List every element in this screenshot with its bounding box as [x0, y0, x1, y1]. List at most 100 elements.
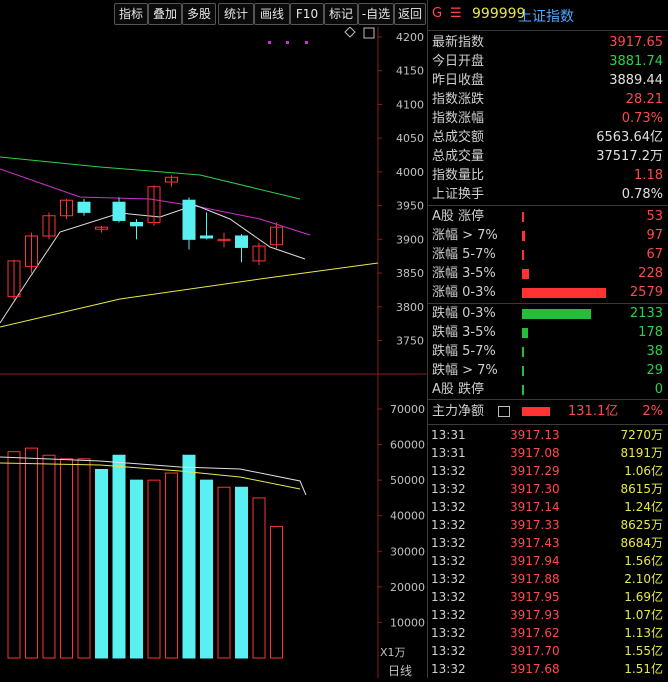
- breadth-value: 178: [638, 325, 663, 340]
- net-flow-bar: [522, 407, 550, 416]
- tick-time: 13:32: [431, 572, 466, 586]
- price-axis-label: 3750: [396, 335, 424, 348]
- tick-time: 13:31: [431, 446, 466, 460]
- quote-row: 总成交量 37517.2万: [428, 147, 668, 166]
- quote-row: 上证换手 0.78%: [428, 185, 668, 204]
- quote-value: 37517.2万: [596, 149, 663, 164]
- breadth-bar: [522, 288, 606, 298]
- price-axis-label: 3900: [396, 233, 424, 246]
- flag-badge: G: [432, 6, 443, 21]
- chart-toolbar: 指标 叠加 多股 统计 画线 F10 标记 -自选 返回: [0, 0, 427, 27]
- breadth-bar: [522, 366, 524, 376]
- net-flow-label: 主力净额: [432, 404, 485, 419]
- volume-bar: [182, 454, 196, 659]
- quote-value: 1.18: [634, 168, 663, 183]
- tick-price: 3917.68: [510, 662, 560, 676]
- candle-body: [130, 221, 143, 227]
- divider: [428, 399, 668, 400]
- tick-volume: 8684万: [620, 536, 663, 550]
- table-icon[interactable]: [498, 406, 510, 417]
- kline-svg[interactable]: 4200 4150 4100 4050 4000 3950 3900 3850 3800 3750…: [0, 26, 427, 678]
- toolbar-button-2[interactable]: 多股: [182, 3, 216, 25]
- quote-row: 指数涨跌 28.21: [428, 90, 668, 109]
- toolbar-button-7[interactable]: -自选: [358, 3, 394, 25]
- breadth-row: A股 跌停 0: [428, 380, 668, 399]
- breadth-value: 67: [646, 247, 663, 262]
- tick-row: 13:32 3917.14 1.24亿: [428, 498, 668, 516]
- tick-time: 13:32: [431, 626, 466, 640]
- toolbar-button-6[interactable]: 标记: [324, 3, 358, 25]
- quote-label: 总成交额: [432, 130, 485, 145]
- panel-toggle-icon[interactable]: [363, 27, 375, 39]
- quote-row: 昨日收盘 3889.44: [428, 71, 668, 90]
- diamond-icon[interactable]: [344, 26, 356, 38]
- marker-dot: [268, 41, 271, 44]
- tick-time: 13:32: [431, 464, 466, 478]
- security-header: G ☰ 999999 上证指数: [428, 0, 668, 31]
- breadth-row: 涨幅 0-3% 2579: [428, 283, 668, 302]
- net-flow-pct: 2%: [642, 404, 663, 419]
- tick-time: 13:32: [431, 554, 466, 568]
- quote-label: 今日开盘: [432, 54, 485, 69]
- tick-row: 13:32 3917.33 8625万: [428, 516, 668, 534]
- volume-bar: [252, 497, 266, 659]
- toolbar-button-8[interactable]: 返回: [394, 3, 426, 25]
- tick-row: 13:31 3917.13 7270万: [428, 426, 668, 444]
- quote-value: 28.21: [625, 92, 663, 107]
- tick-row: 13:32 3917.68 1.51亿: [428, 660, 668, 678]
- breadth-label: A股 涨停: [432, 209, 485, 224]
- price-axis-label: 4150: [396, 65, 424, 78]
- volume-ma-line: [0, 456, 307, 496]
- tick-price: 3917.30: [510, 482, 560, 496]
- tick-time: 13:32: [431, 662, 466, 676]
- net-flow: 主力净额 131.1亿 2%: [428, 402, 668, 421]
- breadth-row: 涨幅 5-7% 67: [428, 245, 668, 264]
- candle-body: [182, 199, 196, 240]
- volume-bar: [25, 447, 38, 659]
- breadth-value: 97: [646, 228, 663, 243]
- kline-chart[interactable]: 4200 4150 4100 4050 4000 3950 3900 3850 3800 3750…: [0, 26, 427, 678]
- quote-label: 指数量比: [432, 168, 485, 183]
- price-axis-label: 3950: [396, 200, 424, 213]
- volume-axis-label: 50000: [390, 474, 425, 487]
- toolbar-button-0[interactable]: 指标: [114, 3, 148, 25]
- quote-value: 0.73%: [621, 111, 663, 126]
- toolbar-button-5[interactable]: F10: [290, 3, 324, 25]
- tick-row: 13:32 3917.95 1.69亿: [428, 588, 668, 606]
- tick-price: 3917.29: [510, 464, 560, 478]
- quote-panel: G ☰ 999999 上证指数 最新指数 3917.65 今日开盘 3881.74 昨日…: [427, 0, 668, 678]
- volume-unit: X1万: [380, 646, 406, 659]
- menu-icon[interactable]: ☰: [450, 6, 462, 21]
- quote-value: 0.78%: [621, 187, 663, 202]
- toolbar-button-1[interactable]: 叠加: [148, 3, 182, 25]
- volume-axis-label: 40000: [390, 510, 425, 523]
- breadth-label: 涨幅 > 7%: [432, 228, 498, 243]
- breadth-value: 0: [654, 382, 663, 397]
- tick-row: 13:32 3917.29 1.06亿: [428, 462, 668, 480]
- breadth-label: 跌幅 0-3%: [432, 306, 496, 321]
- tick-time: 13:31: [431, 428, 466, 442]
- volume-bar: [95, 468, 108, 659]
- quote-row: 今日开盘 3881.74: [428, 52, 668, 71]
- toolbar-button-3[interactable]: 统计: [218, 3, 254, 25]
- breadth-value: 228: [638, 266, 663, 281]
- tick-price: 3917.93: [510, 608, 560, 622]
- volume-bar: [77, 458, 91, 659]
- ma-line: [0, 168, 311, 236]
- breadth-label: 跌幅 3-5%: [432, 325, 496, 340]
- ma-line: [0, 262, 379, 328]
- volume-bar: [7, 451, 21, 659]
- tick-volume: 8625万: [620, 518, 663, 532]
- quote-value: 3917.65: [609, 35, 663, 50]
- tick-volume: 1.06亿: [624, 464, 663, 478]
- price-axis-label: 4100: [396, 98, 424, 111]
- toolbar-button-4[interactable]: 画线: [254, 3, 290, 25]
- candle-body: [235, 235, 248, 248]
- tick-row: 13:32 3917.88 2.10亿: [428, 570, 668, 588]
- volume-bar: [42, 454, 56, 659]
- tick-volume: 8191万: [620, 446, 663, 460]
- candle-body: [112, 201, 126, 221]
- tick-time: 13:32: [431, 482, 466, 496]
- tick-volume: 7270万: [620, 428, 663, 442]
- tick-price: 3917.88: [510, 572, 560, 586]
